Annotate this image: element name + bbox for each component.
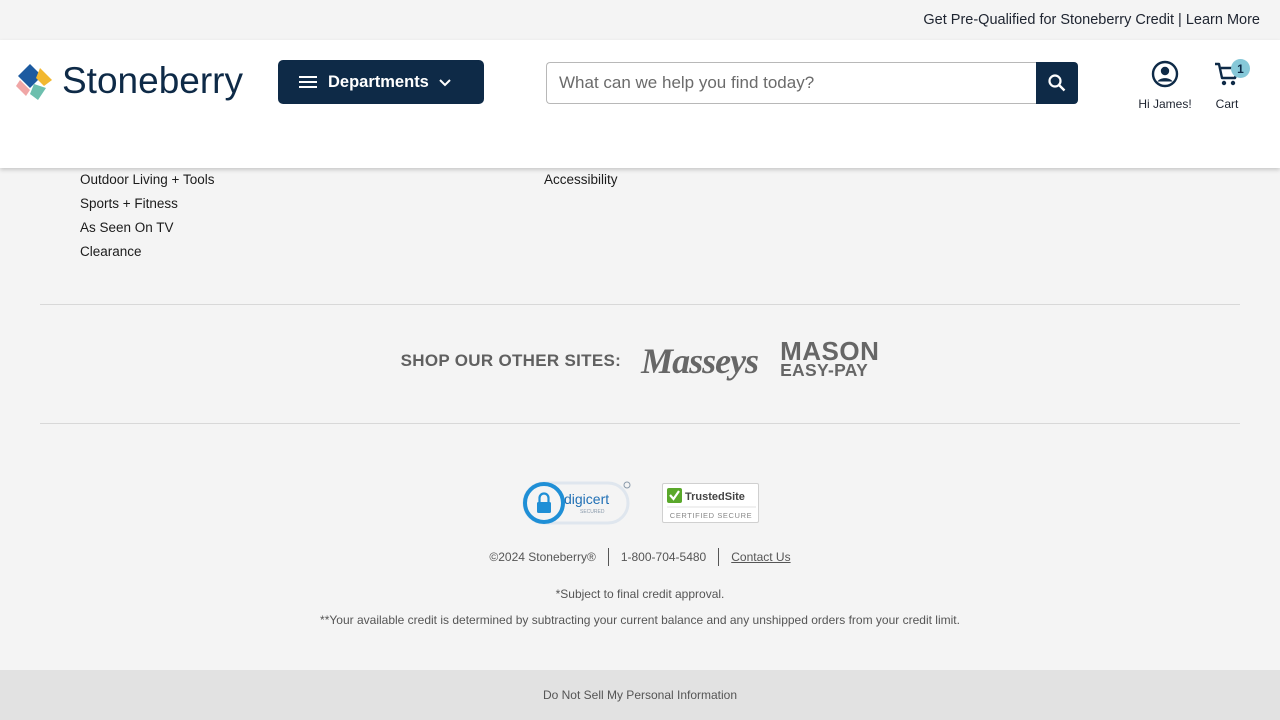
privacy-bar: Do Not Sell My Personal Information (0, 670, 1280, 720)
digicert-name: digicert (564, 491, 609, 507)
digicert-seal[interactable]: digicert SECURED (522, 480, 632, 526)
do-not-sell-link[interactable]: Do Not Sell My Personal Information (543, 688, 737, 702)
search-icon (1048, 74, 1066, 92)
mason-easypay-logo[interactable]: MASON EASY-PAY (780, 336, 880, 380)
footer-link-accessibility[interactable]: Accessibility (544, 172, 618, 196)
footer-help-links: Accessibility (544, 172, 618, 196)
footer-link[interactable]: As Seen On TV (80, 220, 214, 244)
departments-label: Departments (328, 72, 429, 91)
contact-us-link[interactable]: Contact Us (718, 548, 802, 566)
menu-icon (299, 76, 317, 88)
search-bar (546, 62, 1078, 104)
stoneberry-logo[interactable]: Stoneberry (16, 60, 243, 104)
digicert-sub: SECURED (580, 509, 605, 515)
footer-link[interactable]: Sports + Fitness (80, 196, 214, 220)
trustedsite-seal-icon: TrustedSite CERTIFIED SECURE (666, 488, 756, 520)
footer-link[interactable]: Outdoor Living + Tools (80, 172, 214, 196)
divider (40, 304, 1240, 305)
phone-number[interactable]: 1-800-704-5480 (607, 548, 718, 566)
legal-row: ©2024 Stoneberry® 1-800-704-5480 Contact… (0, 548, 1280, 566)
footer-link[interactable]: Clearance (80, 244, 214, 268)
departments-button[interactable]: Departments (278, 60, 484, 104)
account-greeting: Hi James! (1138, 97, 1192, 111)
trustedsite-name: TrustedSite (685, 491, 745, 503)
credit-approval-note: *Subject to final credit approval. (555, 587, 725, 601)
other-sites: SHOP OUR OTHER SITES: Masseys MASON EASY… (0, 336, 1280, 382)
account-icon (1151, 60, 1179, 88)
chevron-down-icon (439, 79, 451, 87)
logo-mark-icon (16, 64, 52, 100)
prequalify-link[interactable]: Get Pre-Qualified for Stoneberry Credit … (923, 12, 1260, 28)
cart-label: Cart (1215, 97, 1239, 111)
search-input[interactable] (546, 62, 1038, 104)
security-badges: digicert SECURED TrustedSite CERTIFIED S… (0, 480, 1280, 526)
site-header: Stoneberry Departments Hi James! (0, 40, 1280, 168)
easypay-text: EASY-PAY (780, 360, 869, 380)
promo-bar: Get Pre-Qualified for Stoneberry Credit … (0, 0, 1280, 40)
trustedsite-sub: CERTIFIED SECURE (669, 511, 751, 520)
cart-count-badge: 1 (1231, 59, 1250, 78)
logo-wordmark: Stoneberry (62, 60, 243, 101)
footer-shop-links: Outdoor Living + Tools Sports + Fitness … (80, 172, 214, 268)
available-credit-note: **Your available credit is determined by… (320, 613, 960, 627)
account-link[interactable]: Hi James! (1132, 60, 1198, 111)
divider (40, 423, 1240, 424)
cart-link[interactable]: 1 Cart (1207, 59, 1250, 111)
copyright: ©2024 Stoneberry® (489, 550, 596, 564)
other-sites-label: SHOP OUR OTHER SITES: (400, 351, 622, 370)
mason-text: MASON (780, 336, 880, 366)
digicert-seal-icon: digicert SECURED (522, 481, 630, 525)
search-button[interactable] (1036, 62, 1078, 104)
trustedsite-seal[interactable]: TrustedSite CERTIFIED SECURE (661, 483, 759, 523)
masseys-logo[interactable]: Masseys (641, 340, 759, 382)
